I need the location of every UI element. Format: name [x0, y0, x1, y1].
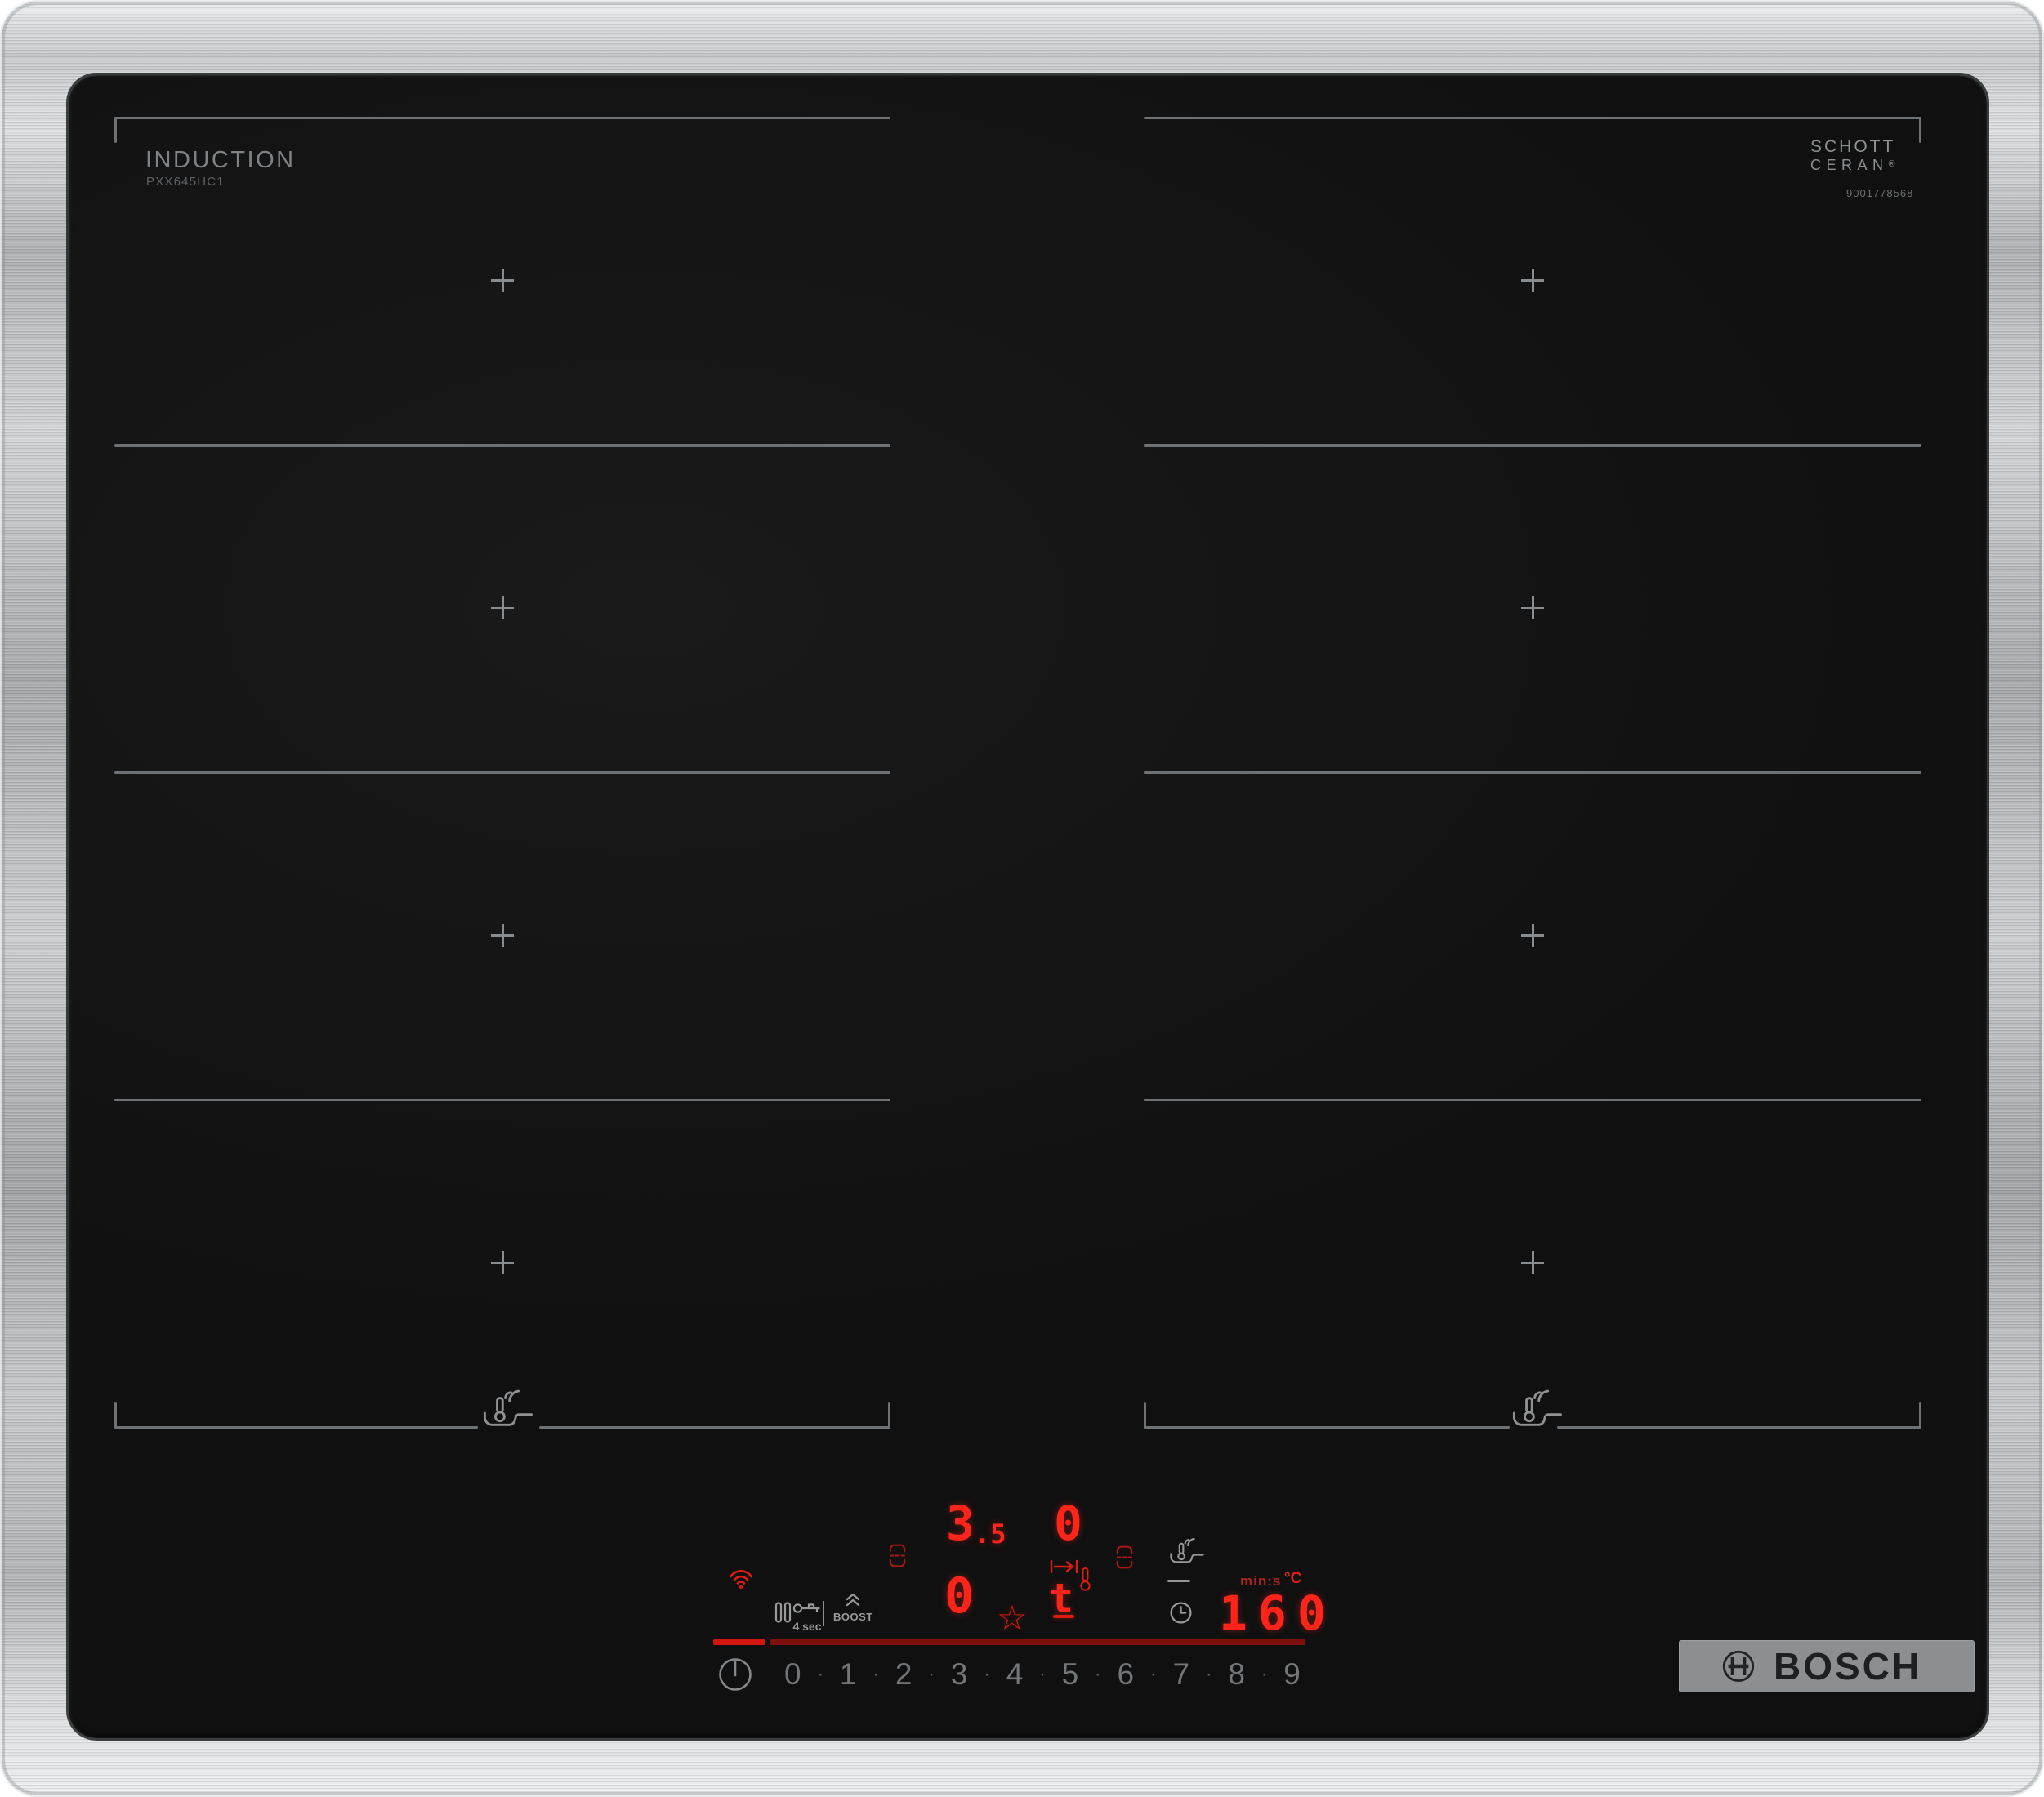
slider-number-7[interactable]: 7 — [1172, 1657, 1189, 1692]
zone-marker-left-1 — [491, 269, 514, 292]
zone-corner-left-bottom-l — [114, 1402, 117, 1429]
slider-dot: · — [1038, 1663, 1046, 1685]
power-slider[interactable]: 0 · 1 · 2 · 3 · 4 · 5 · 6 · 7 · 8 · 9 — [784, 1657, 1301, 1692]
slider-number-4[interactable]: 4 — [1006, 1657, 1024, 1692]
transfer-display: t — [1049, 1575, 1074, 1622]
slider-number-9[interactable]: 9 — [1283, 1657, 1301, 1692]
zone-line-right-sep1 — [1144, 444, 1921, 447]
power-button[interactable] — [717, 1657, 753, 1697]
bridge-zone-indicator-left — [887, 1542, 908, 1573]
zone-line-left-sep1 — [114, 444, 890, 447]
zone-line-right-sep2 — [1144, 771, 1921, 774]
slider-track-bar[interactable] — [770, 1639, 1305, 1645]
registered-trademark: ® — [1888, 159, 1895, 169]
zone-line-left-bottom-a — [114, 1426, 478, 1429]
slider-dot: · — [928, 1663, 935, 1685]
zone-line-right-bottom-a — [1144, 1426, 1510, 1429]
frying-sensor-icon-right-zone — [1511, 1387, 1564, 1431]
ceramic-glass-surface — [69, 75, 1987, 1738]
bosch-badge: BOSCH — [1679, 1640, 1975, 1692]
slider-dot: · — [1094, 1663, 1101, 1685]
zone-marker-right-2 — [1521, 596, 1544, 619]
frying-sensor-button[interactable] — [1169, 1536, 1205, 1571]
wifi-icon — [728, 1567, 754, 1595]
slider-dot: · — [817, 1663, 824, 1685]
favorite-button[interactable]: ☆ — [997, 1601, 1028, 1635]
surface-type-label: INDUCTION — [145, 147, 296, 173]
left-front-power-display: 0 — [944, 1567, 975, 1625]
schott-wordmark: SCHOTT — [1810, 137, 1896, 156]
serial-number-label: 9001778568 — [1846, 187, 1914, 199]
zone-line-left-bottom-b — [539, 1426, 890, 1429]
zone-marker-right-1 — [1521, 269, 1544, 292]
temperature-display: 160 — [1219, 1585, 1337, 1641]
zone-line-left-sep3 — [114, 1099, 890, 1101]
zone-corner-right-bottom-l — [1144, 1402, 1146, 1429]
slider-dot: · — [1261, 1663, 1268, 1685]
zone-corner-left-top — [114, 117, 117, 143]
ceran-wordmark: CERAN® — [1810, 157, 1895, 173]
zone-line-left-top — [114, 117, 890, 119]
slider-number-5[interactable]: 5 — [1062, 1657, 1079, 1692]
right-rear-power-display: 0 — [1054, 1496, 1082, 1551]
pause-button[interactable] — [774, 1601, 792, 1628]
slider-number-0[interactable]: 0 — [784, 1657, 801, 1692]
bosch-wordmark: BOSCH — [1774, 1645, 1922, 1688]
left-rear-power-display: 3 .5 — [946, 1500, 1006, 1547]
slider-dot: · — [1149, 1663, 1157, 1685]
double-chevron-up-icon — [846, 1593, 860, 1607]
slider-number-2[interactable]: 2 — [895, 1657, 913, 1692]
zone-line-right-sep3 — [1144, 1099, 1921, 1101]
boost-button[interactable]: BOOST — [833, 1593, 872, 1623]
zone-marker-left-4 — [491, 1251, 514, 1274]
zone-corner-right-bottom-r — [1919, 1402, 1921, 1429]
power-digit: 3 — [946, 1496, 975, 1551]
induction-hob: INDUCTION PXX645HC1 SCHOTT CERAN® 900177… — [0, 0, 2044, 1797]
bosch-armature-icon — [1722, 1650, 1755, 1683]
zone-line-right-bottom-b — [1557, 1426, 1921, 1429]
zone-marker-right-4 — [1521, 1251, 1544, 1274]
zone-line-left-sep2 — [114, 771, 890, 774]
pause-bar-right — [783, 1602, 792, 1623]
slider-level-bar — [713, 1639, 765, 1645]
panel-divider — [823, 1601, 824, 1626]
zone-corner-left-bottom-r — [888, 1402, 890, 1429]
slider-number-3[interactable]: 3 — [951, 1657, 968, 1692]
slider-number-6[interactable]: 6 — [1118, 1657, 1135, 1692]
pause-bar-left — [774, 1602, 783, 1623]
schott-ceran-logo: SCHOTT CERAN® — [1810, 137, 1933, 174]
child-lock-button[interactable]: 4 sec — [791, 1599, 823, 1633]
slider-dot: · — [1205, 1663, 1212, 1685]
transfer-thermometer-icon — [1079, 1567, 1091, 1596]
slider-dot: · — [984, 1663, 991, 1685]
thermometer-stem — [496, 1397, 504, 1414]
boost-label: BOOST — [833, 1611, 873, 1623]
timer-button[interactable] — [1169, 1601, 1193, 1629]
pan-outline — [483, 1411, 533, 1426]
frying-sensor-icon-left-zone — [482, 1387, 534, 1431]
zone-marker-left-2 — [491, 596, 514, 619]
sensor-level-line — [1167, 1580, 1190, 1582]
slider-number-8[interactable]: 8 — [1228, 1657, 1245, 1692]
model-number-label: PXX645HC1 — [146, 175, 225, 189]
power-decimal: .5 — [974, 1518, 1006, 1550]
lock-hold-label: 4 sec — [792, 1620, 822, 1633]
key-icon — [792, 1603, 820, 1613]
slider-dot: · — [872, 1663, 880, 1685]
zone-corner-right-top — [1919, 117, 1921, 143]
zone-marker-right-3 — [1521, 924, 1544, 947]
bridge-zone-indicator-right — [1114, 1544, 1135, 1575]
slider-number-1[interactable]: 1 — [840, 1657, 857, 1692]
zone-line-right-top — [1144, 117, 1921, 119]
transfer-underline — [1053, 1615, 1074, 1618]
zone-marker-left-3 — [491, 924, 514, 947]
